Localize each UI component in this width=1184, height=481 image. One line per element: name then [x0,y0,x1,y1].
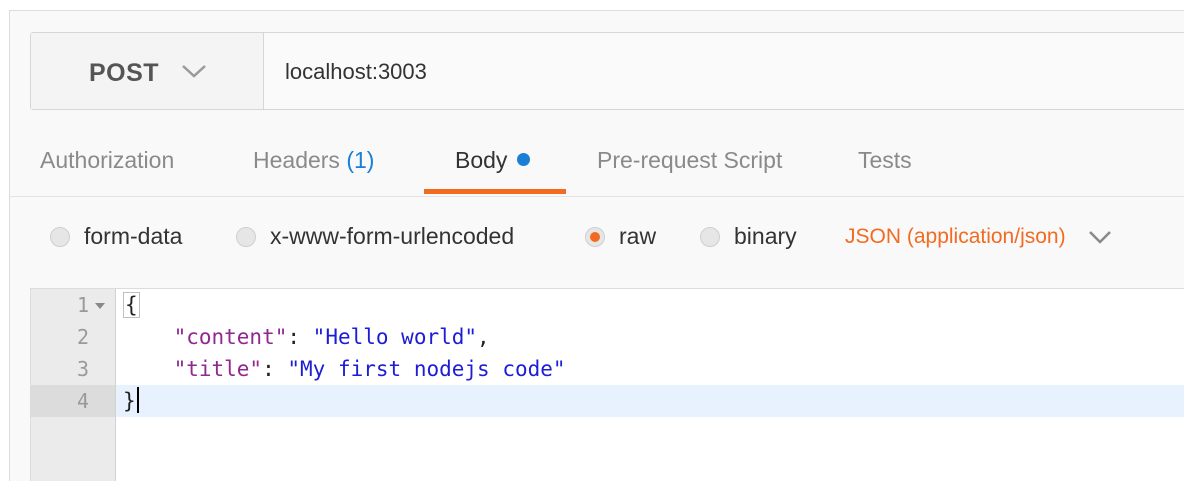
line-number: 2 [76,325,89,349]
tab-label: Pre-request Script [597,147,783,173]
radio-x-www-form-urlencoded[interactable]: x-www-form-urlencoded [236,223,514,250]
json-colon: : [287,325,313,349]
radio-label: form-data [84,223,183,249]
radio-label: x-www-form-urlencoded [270,223,515,249]
request-bar: POST [30,32,1184,110]
tab-label: Tests [858,147,912,173]
tab-label: Body [455,147,508,173]
radio-button[interactable] [585,226,605,247]
code-line: } [123,385,139,417]
tab-label: Headers [253,147,340,173]
radio-button[interactable] [236,226,256,247]
tab-tests[interactable]: Tests [858,147,912,174]
line-number: 3 [76,357,89,381]
radio-button[interactable] [700,226,720,247]
url-input[interactable] [285,59,1145,85]
radio-binary[interactable]: binary [700,223,797,250]
tab-pre-request-script[interactable]: Pre-request Script [597,147,782,174]
method-label: POST [89,59,160,87]
format-select[interactable]: JSON (application/json) [845,225,1112,249]
line-number: 1 [76,293,89,317]
body-modified-dot-icon [517,153,531,166]
json-string: "My first nodejs code" [287,357,566,381]
format-select-value: JSON (application/json) [845,225,1066,248]
matched-brace: { [123,292,140,318]
text-cursor [136,387,139,413]
tab-label: Authorization [40,147,175,173]
method-select[interactable]: POST [31,33,264,109]
code-line: "title": "My first nodejs code" [123,353,566,385]
radio-raw[interactable]: raw [585,223,656,250]
closing-brace: } [123,389,136,413]
body-type-options: form-data x-www-form-urlencoded raw bina… [0,215,1184,259]
headers-count-badge: (1) [346,147,375,173]
radio-form-data[interactable]: form-data [50,223,182,250]
fold-arrow-icon[interactable] [95,303,105,309]
json-key: "title" [173,357,263,381]
radio-button[interactable] [50,226,70,247]
active-line-highlight [116,385,1184,417]
radio-label: raw [619,223,657,249]
code-editor[interactable]: 1 2 3 4 { "content": "Hello world", "tit… [30,288,1184,481]
chevron-down-icon [1088,231,1111,244]
code-line: "content": "Hello world", [123,321,490,353]
radio-label: binary [734,223,797,249]
json-colon: : [262,357,288,381]
request-tabs: Authorization Headers (1) Body Pre-reque… [10,130,1184,197]
active-tab-indicator [424,189,566,194]
code-line: { [123,289,140,321]
tab-body[interactable]: Body [455,147,531,174]
json-string: "Hello world" [312,325,478,349]
tab-authorization[interactable]: Authorization [40,147,174,174]
editor-gutter: 1 2 3 4 [31,289,116,481]
json-comma: , [477,325,490,349]
tab-headers[interactable]: Headers (1) [253,147,374,174]
json-key: "content" [173,325,288,349]
chevron-down-icon [182,65,206,78]
line-number: 4 [76,389,89,413]
